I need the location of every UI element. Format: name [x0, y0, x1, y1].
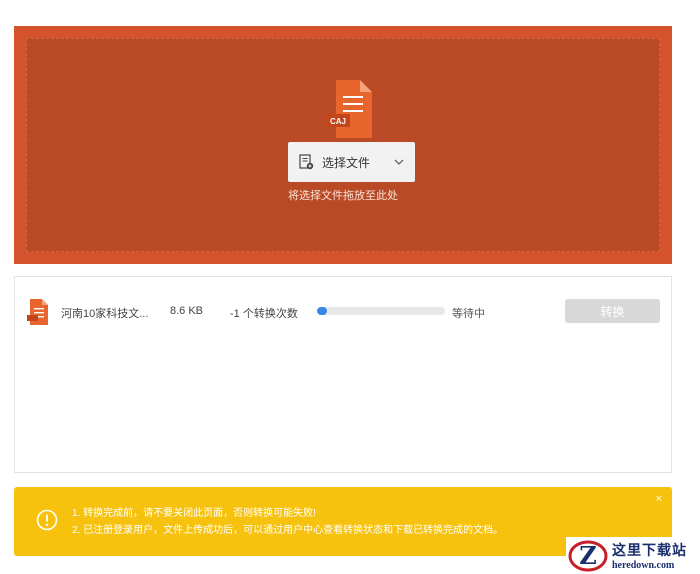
caj-file-icon-label: CAJ — [330, 117, 346, 126]
chevron-down-icon[interactable] — [393, 156, 405, 168]
file-list-item: 河南10家科技文... 8.6 KB -1 个转换次数 等待中 转换 — [15, 297, 671, 327]
select-file-label: 选择文件 — [322, 155, 371, 170]
file-status: 等待中 — [452, 308, 485, 320]
caj-file-icon: CAJ — [326, 80, 372, 138]
file-icon — [27, 299, 48, 325]
notice-text: 1. 转换完成前，请不要关闭此页面，否则转换可能失败! 2. 已注册登录用户，文… — [72, 505, 503, 539]
watermark-cn: 这里下载站 — [612, 543, 687, 559]
select-file-button[interactable]: 选择文件 — [288, 142, 415, 182]
file-list: 河南10家科技文... 8.6 KB -1 个转换次数 等待中 转换 — [14, 276, 672, 473]
notice-line-1: 1. 转换完成前，请不要关闭此页面，否则转换可能失败! — [72, 508, 316, 519]
convert-button[interactable]: 转换 — [565, 299, 660, 323]
document-icon — [299, 154, 314, 170]
conversion-count: -1 个转换次数 — [230, 308, 298, 320]
progress-fill — [317, 307, 328, 315]
upload-dropzone[interactable]: CAJ 选择文件 将选择文件拖放至此处 — [14, 26, 672, 264]
warning-icon — [36, 509, 58, 531]
dropzone-area[interactable]: CAJ 选择文件 将选择文件拖放至此处 — [26, 38, 660, 252]
file-size: 8.6 KB — [170, 305, 204, 317]
close-icon[interactable]: × — [656, 493, 662, 505]
watermark-text: 这里下载站 heredown.com — [612, 540, 687, 571]
progress-bar — [317, 307, 445, 315]
watermark-logo: Z 这里下载站 heredown.com — [566, 537, 700, 574]
file-name: 河南10家科技文... — [61, 308, 149, 320]
drop-hint-text: 将选择文件拖放至此处 — [288, 190, 398, 202]
svg-text:Z: Z — [579, 541, 597, 570]
watermark-en: heredown.com — [612, 560, 675, 571]
z-logo-icon: Z — [568, 540, 608, 571]
notice-line-2: 2. 已注册登录用户，文件上传成功后，可以通过用户中心查看转换状态和下载已转换完… — [72, 525, 504, 536]
